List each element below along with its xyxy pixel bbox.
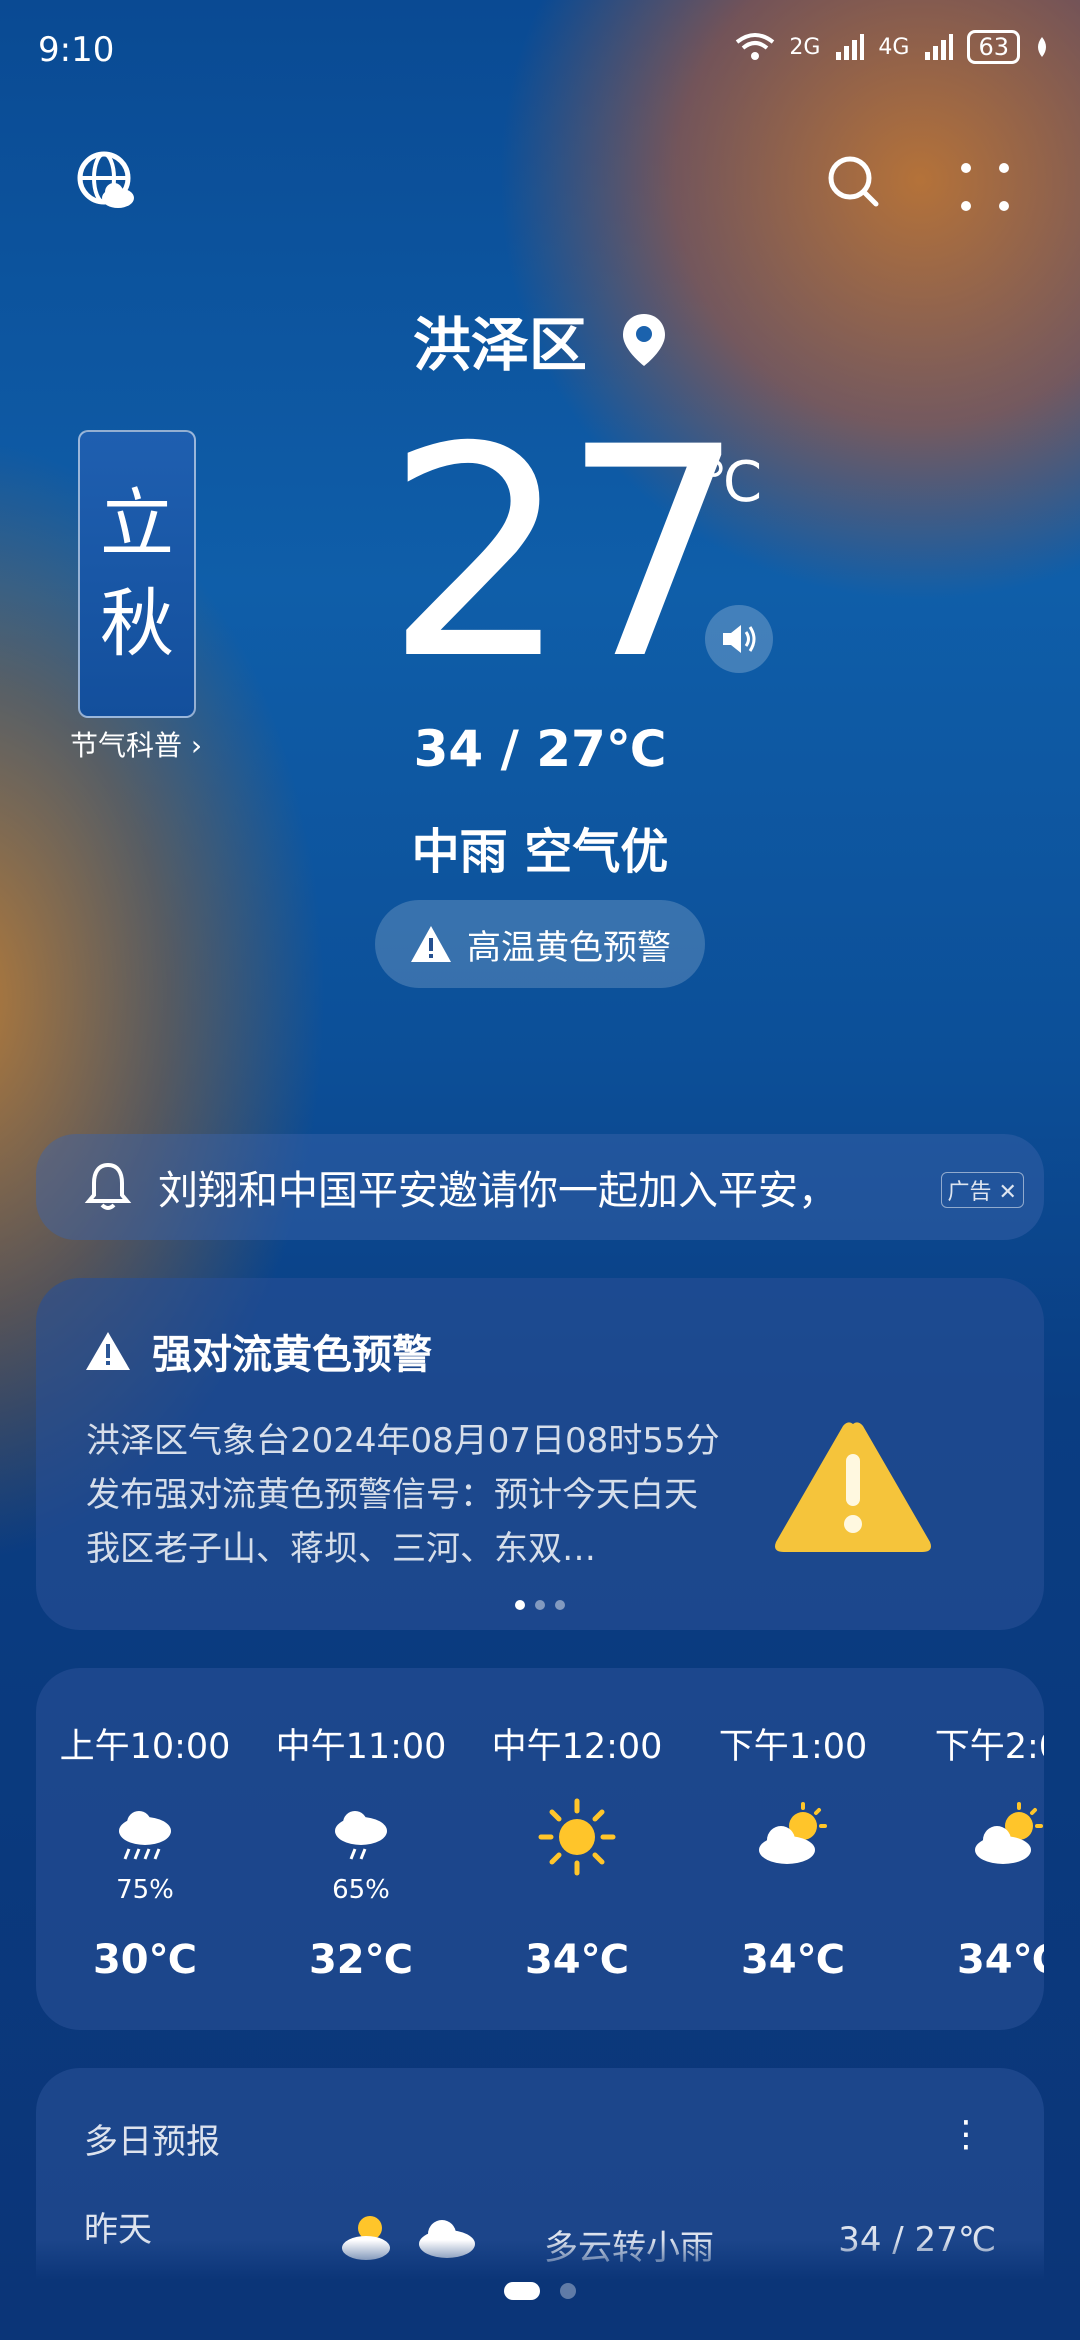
solar-term-char-2: 秋 [100,581,174,667]
partly-cloudy-icon [975,1802,1043,1864]
search-icon [828,156,879,207]
warning-body: 洪泽区气象台2024年08月07日08时55分发布强对流黄色预警信号：预计今天白… [86,1421,720,1569]
ad-banner[interactable]: 刘翔和中国平安邀请你一起加入平安， 广告 ✕ [36,1134,1044,1240]
hourly-time: 下午2:00 [934,1727,1044,1767]
hourly-precip [901,1875,1044,1905]
hourly-time: 中午11:00 [275,1727,447,1767]
ad-text: 刘翔和中国平安邀请你一起加入平安， [158,1168,838,1214]
hourly-temp: 32℃ [308,1937,414,1983]
wifi-icon [736,33,775,60]
hourly-temp: 34℃ [524,1937,630,1983]
globe-cloud-icon [77,151,134,208]
city-manage-button[interactable] [76,150,136,216]
leaf-icon [1038,37,1046,57]
solar-term-char-1: 立 [100,481,174,567]
search-button[interactable] [826,154,880,212]
partly-cloudy-icon [759,1802,827,1864]
hourly-temp: 34℃ [956,1937,1044,1983]
hourly-precip: 75% [116,1875,174,1905]
warning-triangle-icon [411,926,451,962]
hourly-temp: 34℃ [740,1937,846,1983]
more-dots-icon [961,163,1009,211]
weather-condition: 中雨 空气优 [411,824,669,880]
status-icons: 2G 4G 63 [735,30,1050,64]
network-4g-label: 4G [878,34,910,60]
daily-more-button[interactable]: ⋮ [948,2114,984,2155]
rain-cloud-icon [335,1811,387,1860]
hourly-item: 上午10:00 75% 30℃ [37,1718,253,1983]
warning-large-icon [775,1422,931,1552]
page-indicator [0,2282,1080,2300]
ad-close-tag[interactable]: 广告 ✕ [940,1172,1024,1208]
solar-term-card[interactable]: 立 秋 [78,430,196,718]
speaker-icon [723,625,756,653]
hourly-temp: 30℃ [92,1937,198,1983]
voice-broadcast-button[interactable] [705,605,773,673]
warning-pager [36,1600,1044,1610]
hourly-item: 下午1:00 34℃ [685,1718,901,1983]
warning-title-row: 强对流黄色预警 [84,1322,432,1380]
hourly-item: 中午11:00 65% 32℃ [253,1718,469,1983]
warning-title: 强对流黄色预警 [152,1332,432,1378]
hourly-time: 中午12:00 [491,1727,663,1767]
daily-title: 多日预报 [84,2122,220,2162]
hourly-time: 下午1:00 [718,1727,868,1767]
alert-pill[interactable]: 高温黄色预警 [375,900,705,988]
more-button[interactable] [958,160,1012,218]
page-dot [560,2283,576,2299]
warning-card[interactable]: 强对流黄色预警 洪泽区气象台2024年08月07日08时55分发布强对流黄色预警… [36,1278,1044,1630]
status-bar: 9:10 2G 4G 63 [38,30,1050,74]
hourly-precip [469,1875,685,1905]
temperature-range: 34 / 27℃ [413,720,667,778]
status-time: 9:10 [38,30,115,70]
hourly-item: 中午12:00 34℃ [469,1718,685,1983]
hourly-precip [685,1875,901,1905]
hourly-precip: 65% [332,1875,390,1905]
ad-tag-label: 广告 [947,1180,992,1205]
signal-icon [925,34,954,60]
sun-icon [538,1798,616,1876]
location-pin-icon [623,314,666,366]
hourly-time: 上午10:00 [59,1727,231,1767]
hourly-forecast[interactable]: 上午10:00 75% 30℃ 中午11:00 65% 32℃ 中午12:00 … [36,1668,1044,2030]
rain-cloud-icon [119,1811,171,1860]
battery-level: 63 [967,30,1020,64]
signal-icon [836,34,865,60]
current-temperature: 27 [385,386,746,723]
temperature-unit: ℃ [700,450,763,515]
network-2g-label: 2G [789,34,821,60]
alert-pill-label: 高温黄色预警 [467,927,671,968]
page-dot-active [504,2282,540,2300]
location-header[interactable]: 洪泽区 [0,298,1080,382]
warning-triangle-icon [86,1332,130,1370]
hourly-item: 下午2:00 34℃ [901,1718,1044,1983]
bell-icon [84,1162,132,1210]
location-name: 洪泽区 [412,311,587,379]
